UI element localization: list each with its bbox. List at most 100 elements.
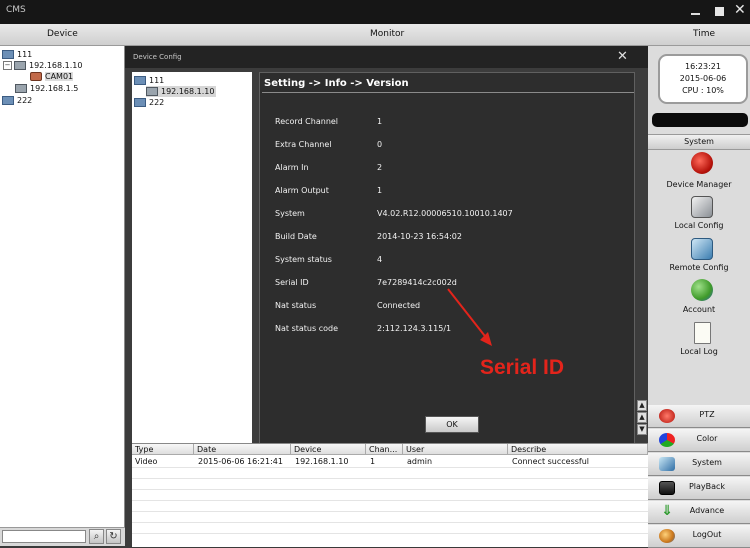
info-label: Alarm Output [275, 186, 329, 195]
info-label: Record Channel [275, 117, 339, 126]
remote-config-label[interactable]: Remote Config [648, 263, 750, 272]
device-tree-panel: 111 −192.168.1.10 CAM01 192.168.1.5 222 [0, 46, 125, 546]
column-header-type[interactable]: Type [132, 444, 194, 455]
column-header-channel[interactable]: Chan... [366, 444, 403, 455]
local-config-label[interactable]: Local Config [648, 221, 750, 230]
info-label: Alarm In [275, 163, 309, 172]
system-button[interactable]: System [648, 453, 750, 476]
playback-icon [659, 481, 675, 495]
status-bar [652, 113, 748, 127]
monitor-header: Monitor [370, 29, 405, 39]
column-header-date[interactable]: Date [194, 444, 291, 455]
color-button[interactable]: Color [648, 429, 750, 452]
device-config-dialog: Device Config ✕ 111 192.168.1.10 222 Set… [125, 46, 648, 547]
tree-toolbar: ⌕ ↻ [0, 527, 125, 546]
group-icon [2, 96, 14, 105]
system-menu-header: System [648, 134, 750, 150]
version-info-panel: Setting -> Info -> Version Record Channe… [259, 72, 635, 440]
row-divider [132, 467, 648, 468]
camera-icon [30, 72, 42, 81]
log-cell-describe: Connect successful [512, 457, 590, 466]
maximize-button[interactable] [714, 6, 725, 17]
right-control-panel: 16:23:21 2015-06-06 CPU : 10% System Dev… [648, 46, 750, 548]
logout-icon [659, 529, 675, 543]
info-value: 2 [377, 163, 383, 172]
dialog-tree-group-222[interactable]: 222 [134, 97, 164, 108]
clock-date: 2015-06-06 [679, 74, 727, 83]
ptz-button[interactable]: PTZ [648, 405, 750, 428]
row-divider [132, 533, 648, 534]
log-cell-type: Video [135, 457, 158, 466]
device-icon [15, 84, 27, 93]
row-divider [132, 489, 648, 490]
playback-button[interactable]: PlayBack [648, 477, 750, 500]
minimize-button[interactable] [690, 6, 701, 17]
local-config-icon[interactable] [691, 196, 713, 218]
advance-button[interactable]: ⇓ Advance [648, 501, 750, 524]
window-titlebar: CMS ✕ [0, 0, 750, 24]
ok-button[interactable]: OK [425, 416, 479, 433]
info-label: Nat status code [275, 324, 338, 333]
column-header-bar: Device Monitor Time [0, 24, 750, 46]
info-value: 2014-10-23 16:54:02 [377, 232, 462, 241]
column-header-user[interactable]: User [403, 444, 508, 455]
row-divider [132, 511, 648, 512]
log-cell-user: admin [407, 457, 433, 466]
tree-search-input[interactable] [2, 530, 86, 543]
local-log-icon[interactable] [694, 322, 711, 344]
column-header-describe[interactable]: Describe [508, 444, 648, 455]
info-value: 0 [377, 140, 383, 149]
refresh-icon[interactable]: ↻ [106, 529, 121, 544]
scroll-up-icon[interactable]: ▲ [637, 412, 647, 423]
tree-group-222[interactable]: 222 [2, 95, 32, 106]
group-icon [134, 98, 146, 107]
tree-group-111[interactable]: 111 [2, 49, 32, 60]
device-icon [146, 87, 158, 96]
device-header: Device [47, 29, 78, 39]
device-manager-icon[interactable] [691, 152, 713, 174]
account-icon[interactable] [691, 279, 713, 301]
dialog-titlebar: Device Config ✕ [125, 46, 648, 68]
dialog-tree-device-192-168-1-10[interactable]: 192.168.1.10 [146, 86, 217, 97]
status-clock: 16:23:21 2015-06-06 CPU : 10% [658, 54, 748, 104]
account-label[interactable]: Account [648, 305, 750, 314]
ptz-icon [659, 409, 675, 423]
system-icon [659, 457, 675, 471]
info-label: Nat status [275, 301, 317, 310]
info-label: Extra Channel [275, 140, 332, 149]
info-label: System [275, 209, 305, 218]
collapse-icon[interactable]: − [3, 61, 12, 70]
tree-camera-cam01[interactable]: CAM01 [30, 71, 74, 82]
row-divider [132, 500, 648, 501]
breadcrumb-divider [262, 92, 634, 93]
tree-device-192-168-1-5[interactable]: 192.168.1.5 [15, 83, 78, 94]
group-icon [134, 76, 146, 85]
local-log-label[interactable]: Local Log [648, 347, 750, 356]
info-label: Build Date [275, 232, 317, 241]
close-icon[interactable]: ✕ [617, 50, 628, 63]
log-cell-channel: 1 [370, 457, 376, 466]
tree-device-192-168-1-10[interactable]: −192.168.1.10 [3, 60, 82, 71]
device-icon [14, 61, 26, 70]
logout-button[interactable]: LogOut [648, 525, 750, 548]
color-icon [659, 433, 675, 447]
dialog-tree-group-111[interactable]: 111 [134, 75, 164, 86]
dialog-title: Device Config [133, 53, 182, 61]
search-icon[interactable]: ⌕ [89, 529, 104, 544]
remote-config-icon[interactable] [691, 238, 713, 260]
device-manager-label[interactable]: Device Manager [648, 180, 750, 189]
cpu-usage: CPU : 10% [682, 86, 724, 95]
close-icon[interactable]: ✕ [734, 3, 746, 17]
time-header: Time [693, 29, 716, 39]
scroll-up-icon[interactable]: ▲ [637, 400, 647, 411]
info-value: Connected [377, 301, 421, 310]
info-label: System status [275, 255, 332, 264]
group-icon [2, 50, 14, 59]
app-title: CMS [6, 5, 26, 15]
row-divider [132, 478, 648, 479]
breadcrumb: Setting -> Info -> Version [264, 78, 409, 89]
column-header-device[interactable]: Device [291, 444, 366, 455]
annotation-arrow [447, 288, 492, 346]
info-label: Serial ID [275, 278, 309, 287]
scroll-down-icon[interactable]: ▼ [637, 424, 647, 435]
